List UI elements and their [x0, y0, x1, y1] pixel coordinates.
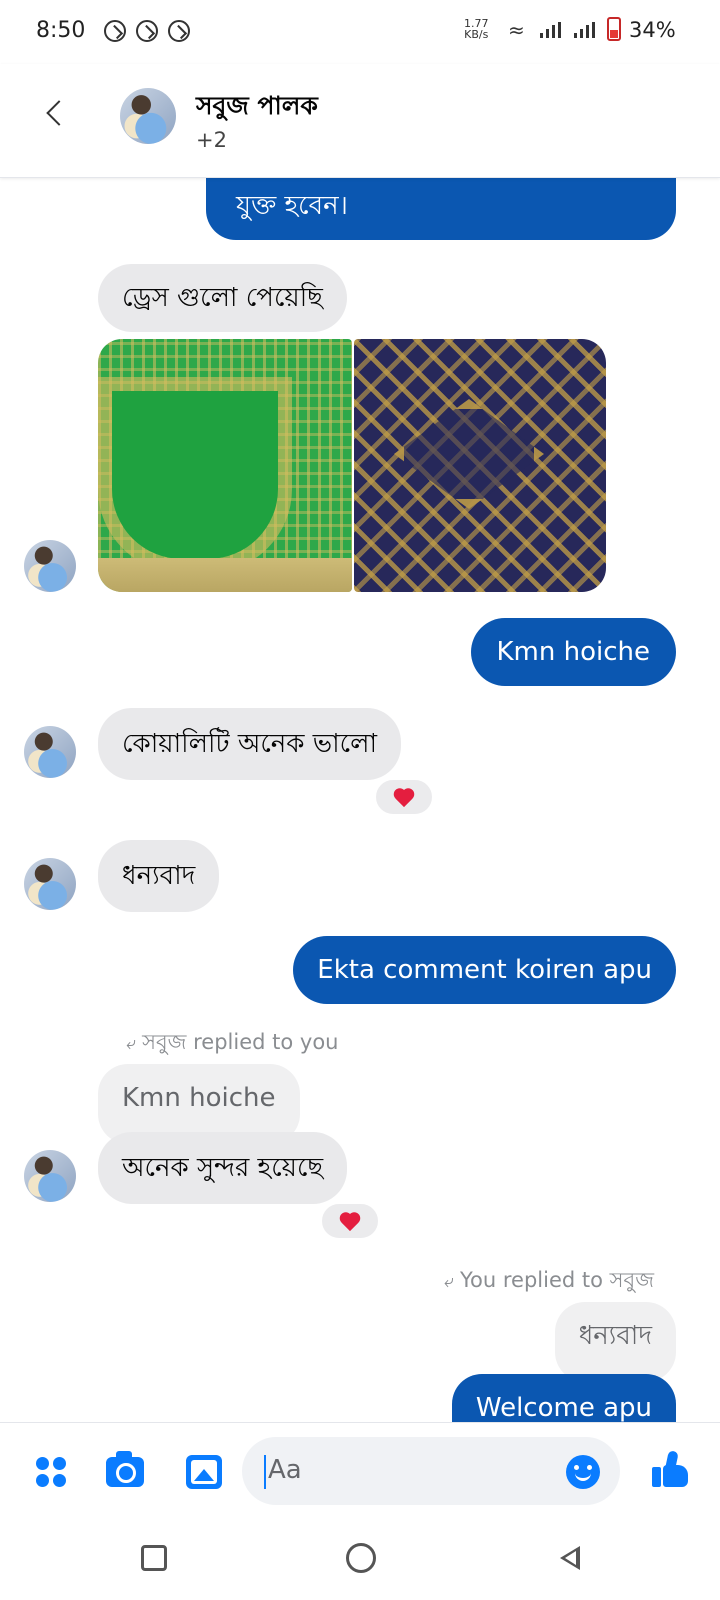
- status-bar: 8:50 1.77 KB/s ≈ 34%: [0, 0, 720, 64]
- reply-arrow-icon: ⤶: [443, 1271, 454, 1292]
- gallery-icon[interactable]: [186, 1455, 222, 1489]
- avatar[interactable]: [24, 1150, 76, 1202]
- nav-back-icon[interactable]: [560, 1546, 580, 1570]
- message-bubble[interactable]: ধন্যবাদ: [98, 840, 220, 912]
- contact-name[interactable]: সবুজ পালক: [196, 86, 318, 129]
- camera-icon[interactable]: [106, 1451, 144, 1487]
- photo-attachment[interactable]: [354, 339, 606, 592]
- message-input[interactable]: Aa: [242, 1437, 620, 1505]
- reply-label: ⤶ সবুজ replied to you: [126, 1026, 338, 1061]
- reaction-badge[interactable]: [320, 1202, 380, 1240]
- status-time: 8:50: [36, 18, 86, 43]
- message-text: ড্রেস গুলো পেয়েছি: [122, 283, 323, 313]
- avatar[interactable]: [24, 726, 76, 778]
- network-speed-unit: KB/s: [464, 28, 489, 41]
- notification-icon: [136, 20, 158, 42]
- like-icon[interactable]: [652, 1450, 690, 1489]
- avatar[interactable]: [24, 540, 76, 592]
- reply-label-text: You replied to সবুজ: [460, 1268, 654, 1292]
- heart-icon: [393, 789, 415, 809]
- network-speed: 1.77 KB/s: [464, 18, 489, 40]
- notification-icon: [104, 20, 126, 42]
- reaction-badge[interactable]: [374, 778, 434, 816]
- message-text: Ekta comment koiren apu: [317, 955, 652, 985]
- signal-icon: [574, 22, 596, 38]
- nav-home-icon[interactable]: [346, 1543, 376, 1573]
- message-text: Kmn hoiche: [496, 637, 651, 667]
- avatar[interactable]: [24, 858, 76, 910]
- message-text: কোয়ালিটি অনেক ভালো: [122, 729, 378, 759]
- nav-recents-icon[interactable]: [141, 1545, 167, 1571]
- message-bubble[interactable]: ড্রেস গুলো পেয়েছি: [98, 264, 347, 332]
- message-bubble[interactable]: Kmn hoiche: [470, 618, 676, 686]
- photo-attachment[interactable]: [98, 339, 352, 592]
- reply-arrow-icon: ⤶: [126, 1033, 137, 1054]
- quoted-message[interactable]: ধন্যবাদ: [554, 1302, 676, 1382]
- reply-label: ⤶ You replied to সবুজ: [444, 1264, 654, 1299]
- battery-icon: [607, 17, 621, 41]
- message-bubble[interactable]: Ekta comment koiren apu: [293, 936, 676, 1004]
- message-text: যুক্ত হবেন।: [236, 191, 348, 221]
- message-bubble[interactable]: অনেক সুন্দর হয়েছে: [98, 1132, 348, 1204]
- avatar[interactable]: [120, 88, 176, 144]
- message-composer: Aa: [0, 1422, 720, 1514]
- quoted-text: ধন্যবাদ: [578, 1321, 652, 1351]
- emoji-icon[interactable]: [566, 1455, 600, 1489]
- heart-icon: [339, 1213, 361, 1233]
- message-text: অনেক সুন্দর হয়েছে: [122, 1153, 324, 1183]
- participants-count: +2: [196, 128, 227, 152]
- battery-percent: 34%: [629, 18, 676, 42]
- message-input-placeholder: Aa: [268, 1455, 302, 1485]
- wifi-icon: ≈: [508, 18, 525, 42]
- signal-icon: [540, 22, 562, 38]
- reply-label-text: সবুজ replied to you: [142, 1030, 339, 1054]
- menu-dots-icon[interactable]: [34, 1455, 68, 1489]
- message-bubble[interactable]: কোয়ালিটি অনেক ভালো: [98, 708, 402, 780]
- quoted-text: Kmn hoiche: [122, 1083, 276, 1113]
- message-bubble[interactable]: Welcome apu: [451, 1374, 676, 1422]
- message-text: Welcome apu: [475, 1393, 652, 1422]
- message-text: ধন্যবাদ: [122, 861, 196, 891]
- system-nav-bar: [0, 1514, 720, 1600]
- chat-header: সবুজ পালক +2: [0, 64, 720, 178]
- notification-icon: [168, 20, 190, 42]
- back-icon[interactable]: [36, 94, 76, 134]
